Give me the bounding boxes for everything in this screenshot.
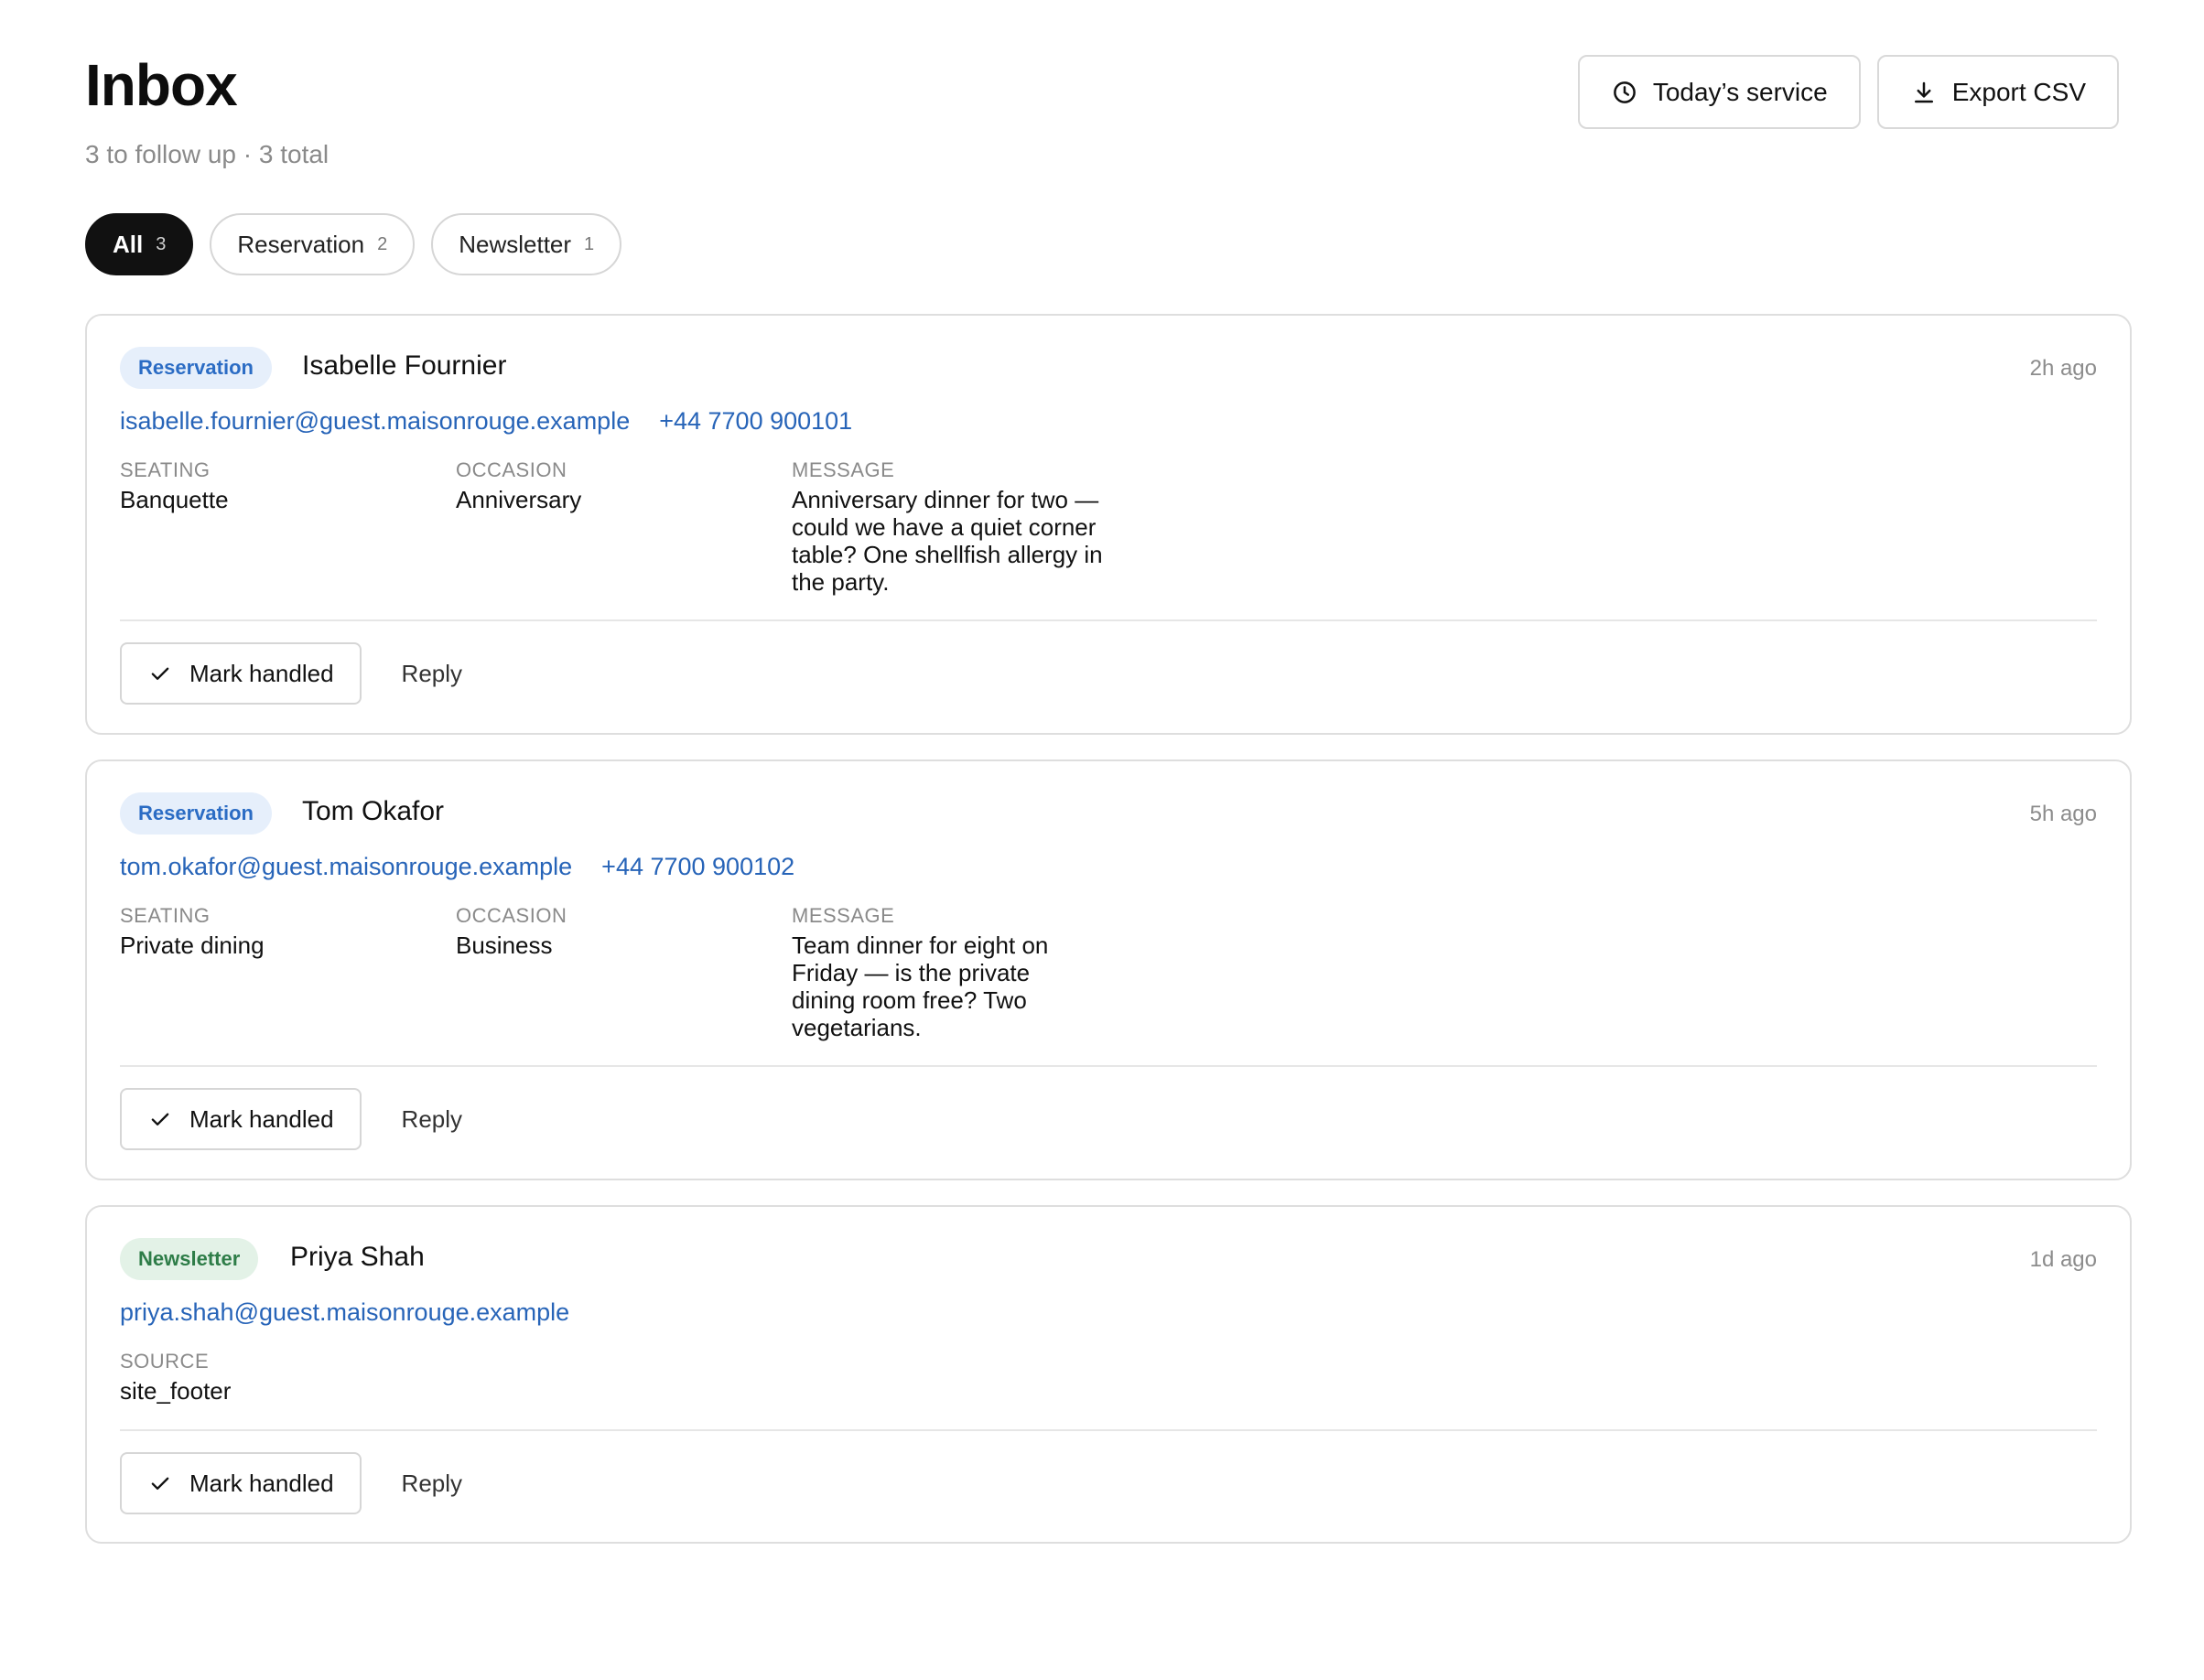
filter-chip-newsletter[interactable]: Newsletter 1 <box>431 213 622 275</box>
reply-button[interactable]: Reply <box>402 1105 462 1134</box>
timestamp: 2h ago <box>2029 356 2097 381</box>
contact-links: isabelle.fournier@guest.maisonrouge.exam… <box>120 407 852 436</box>
email-link[interactable]: priya.shah@guest.maisonrouge.example <box>120 1298 569 1327</box>
email-link[interactable]: isabelle.fournier@guest.maisonrouge.exam… <box>120 407 630 436</box>
email-link[interactable]: tom.okafor@guest.maisonrouge.example <box>120 853 572 881</box>
field-label: MESSAGE <box>792 904 895 927</box>
message-card: Newsletter Priya Shah 1d ago priya.shah@… <box>85 1205 2132 1544</box>
filter-chip-count: 3 <box>156 233 167 254</box>
mark-handled-label: Mark handled <box>189 1104 334 1133</box>
timestamp: 5h ago <box>2029 802 2097 826</box>
card-actions: Mark handled Reply <box>120 1088 462 1150</box>
check-icon <box>147 661 173 686</box>
type-badge: Reservation <box>120 792 272 835</box>
field-label: SEATING <box>120 904 211 927</box>
field-value: Business <box>456 932 553 959</box>
check-icon <box>147 1106 173 1132</box>
timestamp: 1d ago <box>2029 1247 2097 1272</box>
reply-button[interactable]: Reply <box>402 660 462 688</box>
type-badge: Newsletter <box>120 1238 259 1280</box>
seating-field: SEATING Banquette <box>120 458 229 513</box>
guest-name: Isabelle Fournier <box>302 350 507 381</box>
mark-handled-label: Mark handled <box>189 659 334 687</box>
filter-chip-label: Newsletter <box>459 230 572 258</box>
message-card: Reservation Isabelle Fournier 2h ago isa… <box>85 314 2132 735</box>
page-header: Inbox 3 to follow up · 3 total Today’s s… <box>85 0 2119 205</box>
divider <box>120 1429 2097 1431</box>
contact-links: priya.shah@guest.maisonrouge.example <box>120 1298 569 1327</box>
message-card: Reservation Tom Okafor 5h ago tom.okafor… <box>85 759 2132 1180</box>
todays-service-button[interactable]: Today’s service <box>1577 55 1861 129</box>
card-actions: Mark handled Reply <box>120 642 462 705</box>
mark-handled-label: Mark handled <box>189 1469 334 1497</box>
field-value: site_footer <box>120 1377 232 1405</box>
type-badge: Reservation <box>120 347 272 389</box>
card-actions: Mark handled Reply <box>120 1452 462 1514</box>
clock-icon <box>1611 79 1638 106</box>
field-label: SEATING <box>120 458 211 481</box>
filter-chip-count: 1 <box>584 233 595 254</box>
occasion-field: OCCASION Anniversary <box>456 458 581 513</box>
seating-field: SEATING Private dining <box>120 904 265 959</box>
filter-chip-all[interactable]: All 3 <box>85 213 194 275</box>
field-label: MESSAGE <box>792 458 895 481</box>
field-label: SOURCE <box>120 1350 210 1373</box>
mark-handled-button[interactable]: Mark handled <box>120 1088 362 1150</box>
source-field: SOURCE site_footer <box>120 1350 231 1405</box>
download-icon <box>1910 79 1938 106</box>
field-label: OCCASION <box>456 458 567 481</box>
check-icon <box>147 1470 173 1496</box>
field-value: Anniversary <box>456 486 582 513</box>
phone-link[interactable]: +44 7700 900101 <box>659 407 852 436</box>
mark-handled-button[interactable]: Mark handled <box>120 642 362 705</box>
page-subtitle: 3 to follow up · 3 total <box>85 140 330 168</box>
field-value: Banquette <box>120 486 229 513</box>
export-csv-button[interactable]: Export CSV <box>1876 55 2119 129</box>
filter-chip-count: 2 <box>377 233 388 254</box>
field-value: Anniversary dinner for two — could we ha… <box>792 486 1103 596</box>
export-csv-label: Export CSV <box>1951 77 2086 106</box>
divider <box>120 619 2097 621</box>
page-title: Inbox <box>85 52 238 118</box>
phone-link[interactable]: +44 7700 900102 <box>601 853 794 881</box>
filter-chip-label: Reservation <box>237 230 365 258</box>
contact-links: tom.okafor@guest.maisonrouge.example +44… <box>120 853 794 881</box>
filter-chips: All 3 Reservation 2 Newsletter 1 <box>85 213 622 275</box>
message-field: MESSAGE Team dinner for eight on Friday … <box>792 904 1085 1041</box>
guest-name: Priya Shah <box>290 1242 425 1272</box>
guest-name: Tom Okafor <box>302 796 445 826</box>
occasion-field: OCCASION Business <box>456 904 567 959</box>
filter-chip-label: All <box>113 230 144 258</box>
field-value: Private dining <box>120 932 265 959</box>
header-actions: Today’s service Export CSV <box>1577 55 2119 129</box>
mark-handled-button[interactable]: Mark handled <box>120 1452 362 1514</box>
todays-service-label: Today’s service <box>1652 77 1828 106</box>
reply-button[interactable]: Reply <box>402 1470 462 1498</box>
field-label: OCCASION <box>456 904 567 927</box>
filter-chip-reservation[interactable]: Reservation 2 <box>210 213 416 275</box>
message-field: MESSAGE Anniversary dinner for two — cou… <box>792 458 1103 596</box>
divider <box>120 1065 2097 1067</box>
field-value: Team dinner for eight on Friday — is the… <box>792 932 1049 1041</box>
